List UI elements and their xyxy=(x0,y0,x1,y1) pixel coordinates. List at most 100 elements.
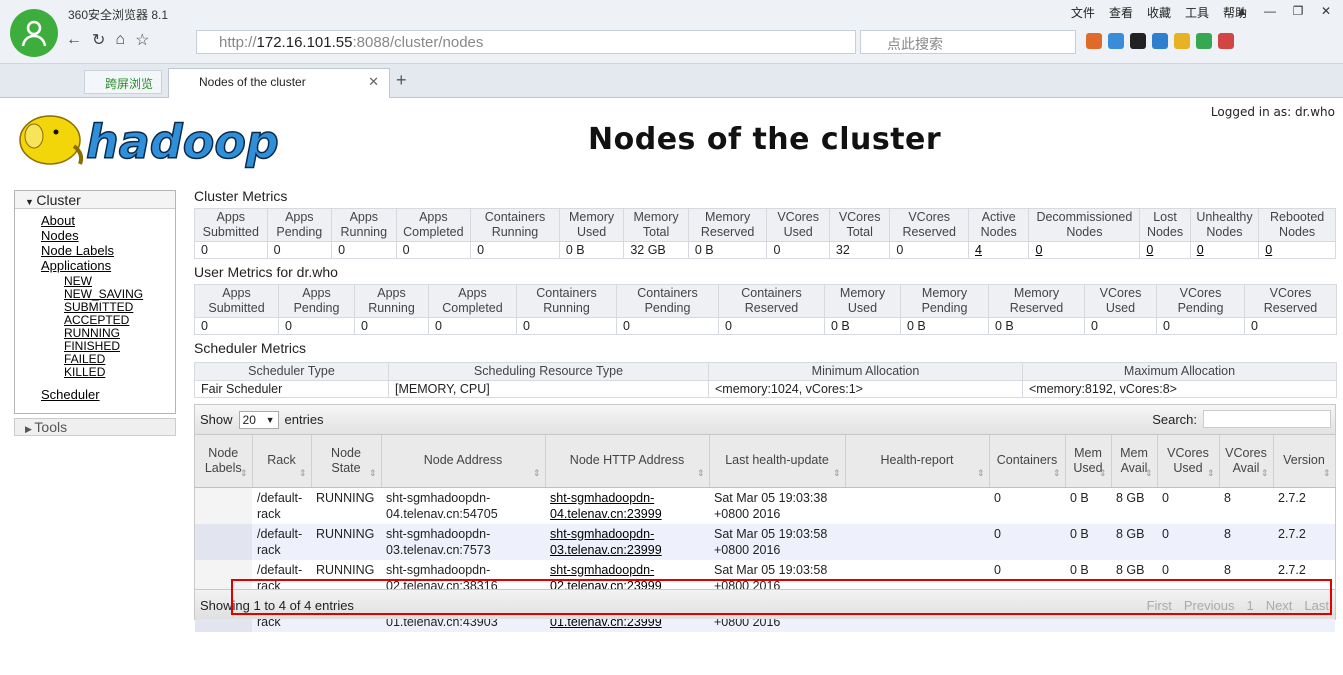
shirt-icon[interactable]: ▲ xyxy=(1229,2,1255,20)
sortable-col-header[interactable]: Node HTTP Address ⇕ xyxy=(545,435,710,488)
table-cell: 8 xyxy=(1219,523,1273,560)
sort-icon[interactable]: ⇕ xyxy=(533,466,541,481)
sort-icon[interactable]: ⇕ xyxy=(1323,466,1331,481)
col-header-label: Total xyxy=(642,225,670,239)
sort-icon[interactable]: ⇕ xyxy=(299,466,307,481)
sort-icon[interactable]: ⇕ xyxy=(977,466,985,481)
sort-icon[interactable]: ⇕ xyxy=(369,466,377,481)
sidebar-link-node-labels[interactable]: Node Labels xyxy=(41,243,175,258)
extension-icon[interactable] xyxy=(1086,33,1102,49)
restore-icon[interactable]: ❐ xyxy=(1285,2,1311,20)
sortable-col-header[interactable]: Mem Used ⇕ xyxy=(1065,435,1112,488)
col-header-label: Lost xyxy=(1153,210,1177,224)
col-header: Memory Used xyxy=(558,208,625,242)
metric-value: 0 xyxy=(266,241,333,259)
col-header: Memory Total xyxy=(623,208,689,242)
col-header-label: Apps xyxy=(349,210,379,224)
nav-buttons: ← ↻ ⌂ ☆ xyxy=(66,30,149,50)
hadoop-logo[interactable]: hadoop xyxy=(14,106,286,172)
download-icon[interactable] xyxy=(1108,33,1124,49)
datatable-toolbar: Show 20 ▼ entries Search: xyxy=(195,405,1335,435)
app-state-killed[interactable]: KILLED xyxy=(64,366,175,379)
caret-down-icon: ▼ xyxy=(25,197,37,207)
sidebar-tools-header[interactable]: ▶ Tools xyxy=(14,418,176,436)
sort-icon[interactable]: ⇕ xyxy=(1099,466,1107,481)
sort-icon[interactable]: ⇕ xyxy=(833,466,841,481)
node-http-link[interactable]: sht-sgmhadoopdn-03.telenav.cn:23999 xyxy=(550,527,662,557)
metric-link[interactable]: 4 xyxy=(975,243,982,257)
sort-icon[interactable]: ⇕ xyxy=(1261,466,1269,481)
back-icon[interactable]: ← xyxy=(66,31,82,49)
sidebar-link-about[interactable]: About xyxy=(41,213,175,228)
user-avatar-icon[interactable] xyxy=(10,9,58,57)
sort-icon[interactable]: ⇕ xyxy=(1207,466,1215,481)
col-header-label: Nodes xyxy=(980,225,1017,239)
menu-tools[interactable]: 工具 xyxy=(1185,4,1209,21)
minimize-icon[interactable]: — xyxy=(1257,2,1283,20)
metric-link[interactable]: 0 xyxy=(1146,243,1153,257)
plus-icon[interactable]: + xyxy=(396,70,407,91)
col-header-label: Nodes xyxy=(1206,225,1243,239)
sort-icon[interactable]: ⇕ xyxy=(1145,466,1153,481)
table-search-input[interactable] xyxy=(1203,410,1331,428)
adblock-icon[interactable] xyxy=(1218,33,1234,49)
translate-icon[interactable] xyxy=(1152,33,1168,49)
menu-favorites[interactable]: 收藏 xyxy=(1147,4,1171,21)
sidebar-tools-label: Tools xyxy=(34,419,68,435)
col-header-label: Completed xyxy=(442,301,503,315)
col-header-label: State xyxy=(331,460,361,475)
table-cell: sht-sgmhadoopdn-04.telenav.cn:54705 xyxy=(381,487,545,524)
entries-select[interactable]: 20 ▼ xyxy=(238,410,279,429)
close-icon[interactable]: ✕ xyxy=(368,74,379,90)
highlight-box xyxy=(231,579,1332,615)
sidebar-link-applications[interactable]: Applications xyxy=(41,258,175,273)
tab-nodes[interactable]: Nodes of the cluster ✕ xyxy=(168,68,390,98)
sortable-col-header[interactable]: Rack ⇕ xyxy=(252,435,312,488)
col-header-label: Decommissioned xyxy=(1036,210,1133,224)
sortable-col-header[interactable]: Last health-update ⇕ xyxy=(709,435,846,488)
menu-view[interactable]: 查看 xyxy=(1109,4,1133,21)
col-header: Memory Reserved xyxy=(687,208,768,242)
col-header-label: Reserved xyxy=(744,301,799,315)
window-close-icon[interactable]: ✕ xyxy=(1313,2,1339,20)
col-header: Lost Nodes xyxy=(1139,208,1191,242)
sort-icon[interactable]: ⇕ xyxy=(1053,466,1061,481)
metric-link[interactable]: 0 xyxy=(1197,243,1204,257)
sidebar-link-scheduler[interactable]: Scheduler xyxy=(41,387,175,402)
sortable-col-header[interactable]: VCores Used ⇕ xyxy=(1157,435,1220,488)
metric-link[interactable]: 0 xyxy=(1265,243,1272,257)
sortable-col-header[interactable]: Node Labels ⇕ xyxy=(195,435,253,488)
shield-icon[interactable] xyxy=(1196,33,1212,49)
table-cell: 0 xyxy=(1157,487,1219,524)
node-http-link[interactable]: sht-sgmhadoopdn-04.telenav.cn:23999 xyxy=(550,491,662,521)
sortable-col-header[interactable]: Node State ⇕ xyxy=(311,435,382,488)
sort-icon[interactable]: ⇕ xyxy=(697,466,705,481)
col-header: Apps Pending xyxy=(278,284,355,318)
col-header-label: Memory xyxy=(839,286,886,300)
menu-file[interactable]: 文件 xyxy=(1071,4,1095,21)
sortable-col-header[interactable]: Mem Avail ⇕ xyxy=(1111,435,1158,488)
metric-link[interactable]: 0 xyxy=(1035,243,1042,257)
extension-icon[interactable] xyxy=(1174,33,1190,49)
search-input[interactable]: 点此搜索 xyxy=(860,30,1076,54)
sortable-col-header[interactable]: VCores Avail ⇕ xyxy=(1219,435,1274,488)
sortable-col-header[interactable]: Health-report ⇕ xyxy=(845,435,990,488)
col-header-label: Apps xyxy=(302,286,331,300)
extension-icon[interactable] xyxy=(1130,33,1146,49)
sortable-col-header[interactable]: Node Address ⇕ xyxy=(381,435,546,488)
star-icon[interactable]: ☆ xyxy=(135,30,149,50)
tab-cross-screen[interactable]: 跨屏浏览 xyxy=(84,70,162,94)
user-metrics-title: User Metrics for dr.who xyxy=(194,264,338,280)
metric-value: <memory:8192, vCores:8> xyxy=(1022,380,1337,398)
sidebar-cluster-header[interactable]: ▼ Cluster xyxy=(15,191,175,209)
address-bar[interactable]: http://172.16.101.55:8088/cluster/nodes xyxy=(196,30,856,54)
refresh-icon[interactable]: ↻ xyxy=(92,30,105,50)
sortable-col-header[interactable]: Version ⇕ xyxy=(1273,435,1336,488)
col-header-label: Minimum Allocation xyxy=(811,364,920,378)
sortable-col-header[interactable]: Containers ⇕ xyxy=(989,435,1066,488)
sort-icon[interactable]: ⇕ xyxy=(240,466,248,481)
home-icon[interactable]: ⌂ xyxy=(115,31,125,49)
sidebar-link-nodes[interactable]: Nodes xyxy=(41,228,175,243)
col-header: Unhealthy Nodes xyxy=(1189,208,1260,242)
col-header-label: Apps xyxy=(377,286,406,300)
